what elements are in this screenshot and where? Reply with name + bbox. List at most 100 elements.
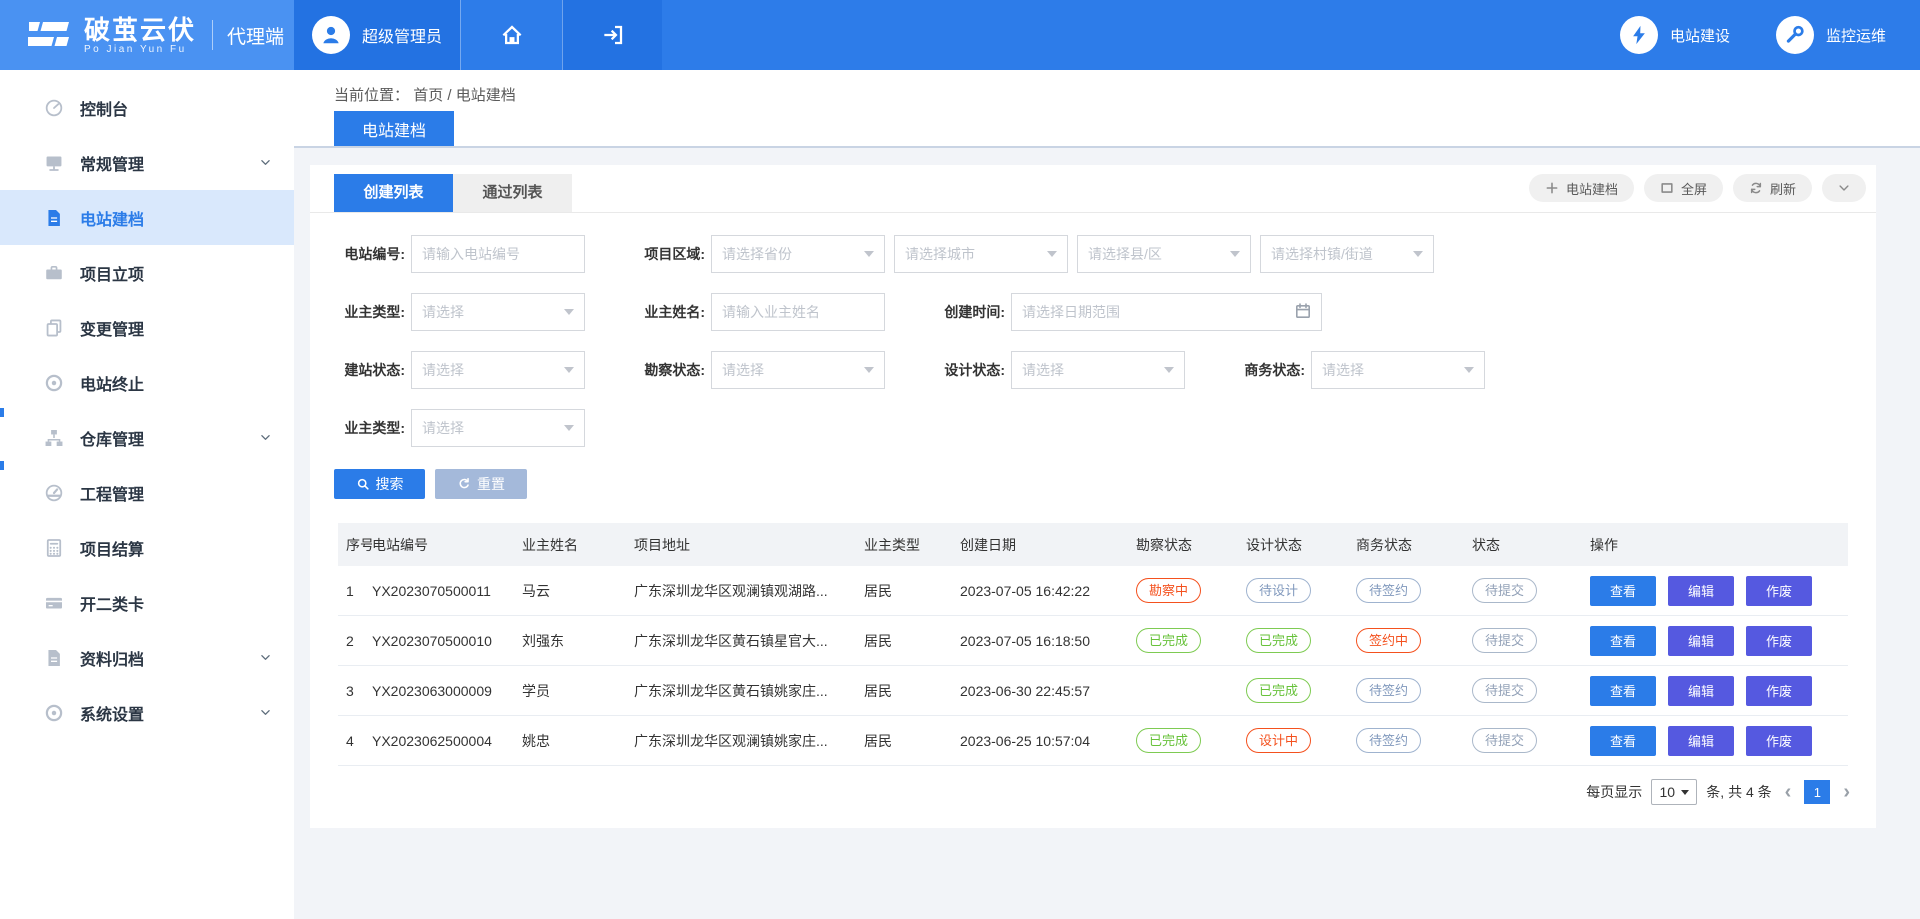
village-select[interactable]: 请选择村镇/街道 (1260, 235, 1434, 273)
city-select[interactable]: 请选择城市 (894, 235, 1068, 273)
cell-project-address: 广东深圳龙华区观澜镇姚家庄... (634, 731, 864, 751)
table-row: 4 YX2023062500004 姚忠 广东深圳龙华区观澜镇姚家庄... 居民… (338, 716, 1848, 766)
edit-button[interactable]: 编辑 (1668, 576, 1734, 606)
current-user[interactable]: 超级管理员 (294, 0, 460, 70)
page-tab-station-filing[interactable]: 电站建档 (334, 111, 454, 146)
chevron-down-icon (1464, 367, 1474, 373)
portal-label: 代理端 (227, 22, 284, 49)
cell-created-date: 2023-07-05 16:42:22 (960, 583, 1136, 599)
list-tabs: 创建列表通过列表 (334, 174, 572, 212)
page-number[interactable]: 1 (1804, 780, 1830, 804)
logout-button[interactable] (562, 0, 662, 70)
edit-button[interactable]: 编辑 (1668, 626, 1734, 656)
cell-station-code: YX2023062500004 (372, 733, 522, 749)
cell-owner-name: 学员 (522, 681, 634, 701)
status-pill: 待提交 (1472, 678, 1537, 703)
select-placeholder: 请选择城市 (905, 244, 975, 264)
sidebar-item-data-archive[interactable]: 资料归档 (0, 630, 294, 685)
dial-icon (44, 703, 64, 723)
column-header: 序号 (338, 535, 372, 555)
sidebar-item-project-initiation[interactable]: 项目立项 (0, 245, 294, 300)
toolbar-collapse-button[interactable] (1822, 174, 1866, 202)
build-status-select[interactable]: 请选择 (411, 351, 585, 389)
toolbar-create-station-button[interactable]: 电站建档 (1529, 174, 1634, 202)
search-icon (356, 477, 370, 491)
survey-status-label: 勘察状态: (634, 360, 711, 380)
void-button[interactable]: 作废 (1746, 576, 1812, 606)
sidebar-item-label: 控制台 (80, 96, 128, 120)
toolbar-refresh-button[interactable]: 刷新 (1733, 174, 1812, 202)
home-icon (500, 23, 524, 47)
view-button[interactable]: 查看 (1590, 626, 1656, 656)
breadcrumb-home[interactable]: 首页 (413, 87, 443, 104)
sidebar-item-system-settings[interactable]: 系统设置 (0, 685, 294, 740)
chevron-down-icon (1230, 251, 1240, 257)
reset-icon (457, 477, 471, 491)
survey-status-select[interactable]: 请选择 (711, 351, 885, 389)
design-status-select[interactable]: 请选择 (1011, 351, 1185, 389)
reset-button[interactable]: 重置 (435, 469, 527, 499)
sidebar-item-label: 常规管理 (80, 151, 144, 175)
breadcrumb-current: 电站建档 (456, 87, 516, 104)
toolbar-fullscreen-button[interactable]: 全屏 (1644, 174, 1723, 202)
build-status-label: 建站状态: (334, 360, 411, 380)
page-size-select[interactable]: 10 (1651, 779, 1697, 805)
sidebar-item-change-management[interactable]: 变更管理 (0, 300, 294, 355)
tab-pass-list[interactable]: 通过列表 (453, 174, 572, 212)
sidebar-item-console[interactable]: 控制台 (0, 80, 294, 135)
edit-button[interactable]: 编辑 (1668, 726, 1734, 756)
header-nav-monitor-ops[interactable]: 监控运维 (1776, 16, 1886, 54)
prev-page-button[interactable]: ‹ (1781, 782, 1796, 802)
void-button[interactable]: 作废 (1746, 726, 1812, 756)
sidebar-item-label: 电站建档 (80, 206, 144, 230)
cell-actions: 查看编辑作废 (1590, 726, 1848, 756)
edit-button[interactable]: 编辑 (1668, 676, 1734, 706)
chevron-down-icon (259, 156, 272, 169)
chevron-down-icon (864, 367, 874, 373)
cell-survey-status: 已完成 (1136, 628, 1246, 653)
view-button[interactable]: 查看 (1590, 676, 1656, 706)
sidebar-item-project-settlement[interactable]: 项目结算 (0, 520, 294, 575)
chevron-down-icon (259, 706, 272, 719)
search-button[interactable]: 搜索 (334, 469, 425, 499)
sidebar-item-station-termination[interactable]: 电站终止 (0, 355, 294, 410)
logo-icon (26, 16, 72, 54)
station-code-input[interactable] (411, 235, 585, 273)
header-nav-station-build[interactable]: 电站建设 (1620, 16, 1730, 54)
province-select[interactable]: 请选择省份 (711, 235, 885, 273)
status-pill: 已完成 (1136, 728, 1201, 753)
void-button[interactable]: 作废 (1746, 676, 1812, 706)
sidebar-item-type2-card[interactable]: 开二类卡 (0, 575, 294, 630)
cell-owner-type: 居民 (864, 581, 960, 601)
station-code-label: 电站编号: (334, 244, 411, 264)
header-nav-label: 电站建设 (1670, 25, 1730, 46)
home-button[interactable] (460, 0, 562, 70)
cell-project-address: 广东深圳龙华区黄石镇姚家庄... (634, 681, 864, 701)
sidebar-item-engineering-management[interactable]: 工程管理 (0, 465, 294, 520)
column-header: 状态 (1472, 535, 1590, 555)
void-button[interactable]: 作废 (1746, 626, 1812, 656)
app-header: 破茧云伏 Po Jian Yun Fu 代理端 超级管理员 电站建设 监控运维 (0, 0, 1920, 70)
owner-type-label: 业主类型: (334, 302, 411, 322)
meter-icon (44, 483, 64, 503)
county-select[interactable]: 请选择县/区 (1077, 235, 1251, 273)
owner-name-input[interactable] (711, 293, 885, 331)
table-row: 2 YX2023070500010 刘强东 广东深圳龙华区黄石镇星官大... 居… (338, 616, 1848, 666)
sidebar-item-station-filing[interactable]: 电站建档 (0, 190, 294, 245)
view-button[interactable]: 查看 (1590, 726, 1656, 756)
view-button[interactable]: 查看 (1590, 576, 1656, 606)
total-count-label: 条, 共 4 条 (1706, 782, 1771, 802)
status-pill: 已完成 (1246, 628, 1311, 653)
sidebar-item-warehouse-management[interactable]: 仓库管理 (0, 410, 294, 465)
owner-type-2-select[interactable]: 请选择 (411, 409, 585, 447)
select-placeholder: 请选择村镇/街道 (1271, 244, 1373, 264)
business-status-select[interactable]: 请选择 (1311, 351, 1485, 389)
design-status-label: 设计状态: (934, 360, 1011, 380)
tab-create-list[interactable]: 创建列表 (334, 174, 453, 212)
cell-created-date: 2023-06-30 22:45:57 (960, 683, 1136, 699)
owner-type-select[interactable]: 请选择 (411, 293, 585, 331)
next-page-button[interactable]: › (1839, 782, 1854, 802)
create-time-input[interactable] (1011, 293, 1322, 331)
page-size-value: 10 (1660, 784, 1676, 800)
sidebar-item-general-management[interactable]: 常规管理 (0, 135, 294, 190)
